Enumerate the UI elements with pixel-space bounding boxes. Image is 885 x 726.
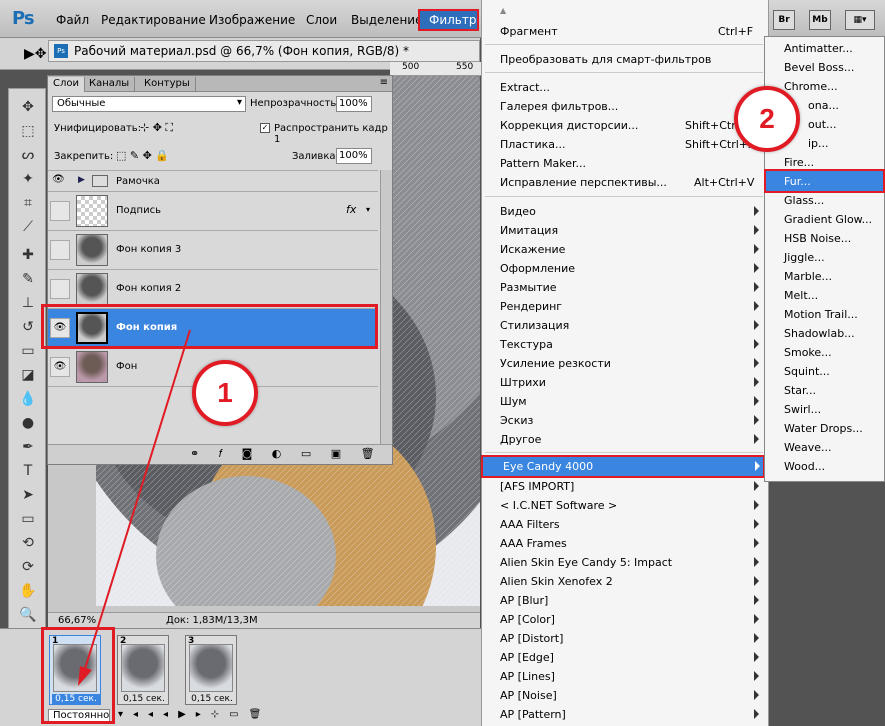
annotation-badge-1: 1 xyxy=(192,360,258,426)
annotation-badge-2: 2 xyxy=(734,86,800,152)
fur-highlight xyxy=(764,169,885,193)
